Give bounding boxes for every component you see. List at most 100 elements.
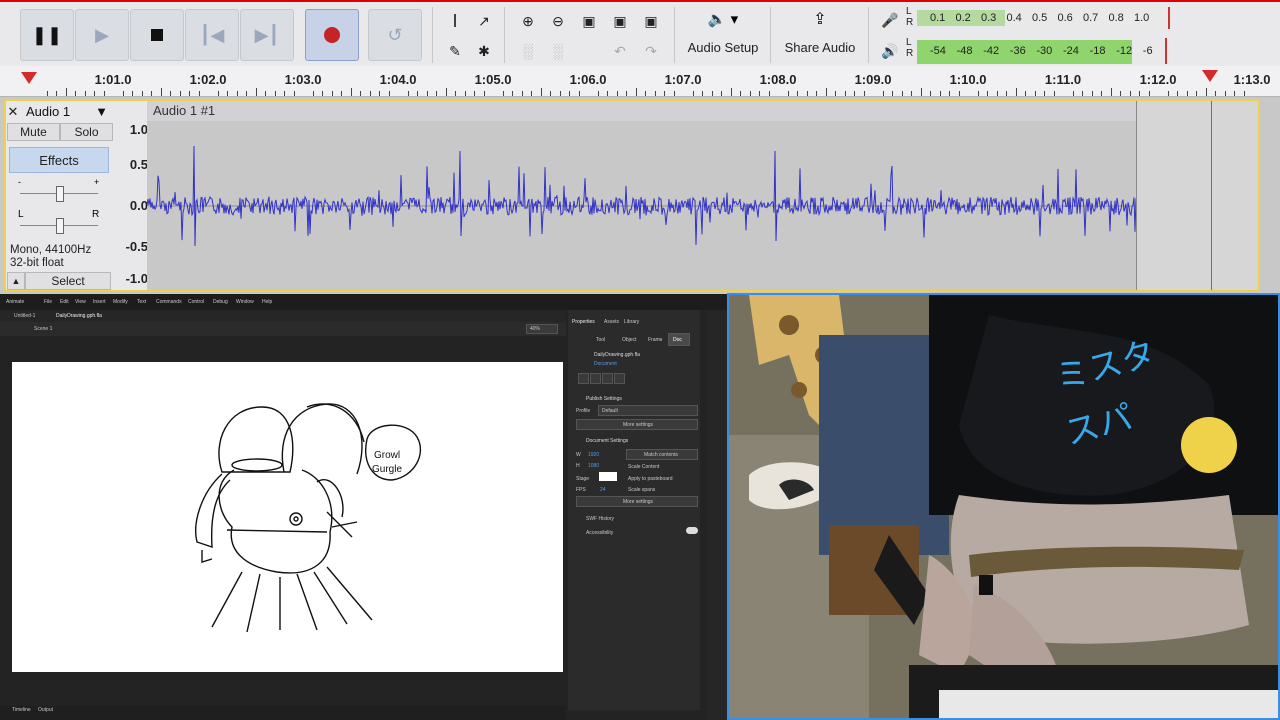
- panel-tab-properties[interactable]: Properties: [572, 319, 595, 325]
- width-value[interactable]: 1920: [588, 452, 599, 458]
- track-name-menu[interactable]: Audio 1 ▼: [26, 103, 112, 121]
- menu-item-10[interactable]: Window: [236, 299, 254, 305]
- play-start-marker-icon[interactable]: [21, 72, 37, 84]
- silence-icon[interactable]: ░: [546, 40, 570, 62]
- gain-slider-knob[interactable]: [56, 186, 64, 202]
- mute-button[interactable]: Mute: [7, 123, 60, 141]
- ruler-minor-tick: [749, 91, 751, 96]
- sketch-caption-line2: Gurgle: [372, 464, 402, 475]
- zoom-out-icon[interactable]: ⊖: [546, 10, 570, 32]
- tab-dailydrawing[interactable]: DailyDrawing.gph.fla: [56, 313, 102, 319]
- swf-history-header[interactable]: SWF History: [586, 516, 614, 522]
- close-track-icon[interactable]: ✕: [6, 103, 20, 121]
- record-button[interactable]: [305, 9, 359, 61]
- grid-icon[interactable]: [590, 373, 601, 384]
- ruler-minor-tick: [825, 88, 827, 96]
- undo-icon[interactable]: ↶: [608, 40, 632, 62]
- ruler-minor-tick: [939, 91, 941, 96]
- stage-color-swatch[interactable]: [599, 472, 617, 481]
- crop-icon[interactable]: [602, 373, 613, 384]
- subtab-frame[interactable]: Frame: [648, 337, 662, 343]
- play-scale-tick: -6: [1142, 45, 1153, 57]
- height-value[interactable]: 1080: [588, 463, 599, 469]
- menu-item-9[interactable]: Debug: [213, 299, 228, 305]
- panel-tab-assets[interactable]: Assets: [604, 319, 619, 325]
- pause-button[interactable]: ❚❚: [20, 9, 74, 61]
- ruler-minor-tick: [141, 91, 143, 96]
- ruler-minor-tick: [379, 91, 380, 96]
- fps-value[interactable]: 24: [600, 487, 606, 493]
- accessibility-toggle[interactable]: [686, 527, 698, 534]
- tab-timeline[interactable]: Timeline: [12, 707, 31, 713]
- stage-canvas[interactable]: Growl Gurgle: [12, 362, 563, 672]
- tab-untitled[interactable]: Untitled-1: [14, 313, 35, 319]
- skip-to-end-button[interactable]: ▶┃: [240, 9, 294, 61]
- menu-item-0[interactable]: Animate: [6, 299, 24, 305]
- redo-icon[interactable]: ↷: [639, 40, 663, 62]
- menu-item-11[interactable]: Help: [262, 299, 272, 305]
- menu-item-8[interactable]: Control: [188, 299, 204, 305]
- doc-type: Document: [594, 361, 617, 367]
- draw-tool-icon[interactable]: ✎: [443, 40, 467, 62]
- menu-item-3[interactable]: View: [75, 299, 86, 305]
- ruler-tick-label: 1:07.0: [664, 72, 702, 87]
- subtab-object[interactable]: Object: [622, 337, 636, 343]
- fit-project-icon[interactable]: ▣: [608, 10, 632, 32]
- audacity-toolbar: ❚❚ ▶ ┃◀ ▶┃ ↺ I ↗ ✎ ✱ ⊕ ⊖ ▣ ▣ ▣ ░ ░ ↶ ↷ 🔈…: [0, 0, 1280, 66]
- playhead-marker-icon[interactable]: [1202, 70, 1218, 82]
- envelope-tool-icon[interactable]: ↗: [472, 10, 496, 32]
- panel-tab-library[interactable]: Library: [624, 319, 639, 325]
- play-meter-channel-r: R: [906, 48, 914, 59]
- document-settings-header[interactable]: Document Settings: [586, 438, 628, 444]
- subtab-tool[interactable]: Tool: [596, 337, 605, 343]
- record-scale-tick: 0.1: [930, 12, 946, 24]
- select-track-button[interactable]: Select: [25, 272, 111, 290]
- publish-settings-header[interactable]: Publish Settings: [586, 396, 622, 402]
- skip-to-start-button[interactable]: ┃◀: [185, 9, 239, 61]
- menu-item-2[interactable]: Edit: [60, 299, 69, 305]
- menu-item-6[interactable]: Text: [137, 299, 146, 305]
- play-meter-peak: [1165, 38, 1167, 64]
- ruler-minor-tick: [502, 91, 504, 96]
- selection-tool-icon[interactable]: I: [443, 10, 467, 32]
- play-scale-tick: -12: [1116, 45, 1133, 57]
- scale-spans-label[interactable]: Scale spans: [628, 487, 655, 493]
- menu-item-5[interactable]: Modify: [113, 299, 128, 305]
- accessibility-header[interactable]: Accessibility: [586, 530, 613, 536]
- speaker-icon: 🔈 ▾: [707, 11, 739, 28]
- menu-item-7[interactable]: Commands: [156, 299, 182, 305]
- zoom-toggle-icon[interactable]: ▣: [639, 10, 663, 32]
- play-meter-scale: -54 -48 -42 -36 -30 -24 -18 -12 -6: [930, 45, 1165, 59]
- audio-clip[interactable]: Audio 1 #1: [147, 101, 1137, 290]
- scene-label[interactable]: Scene 1: [34, 326, 52, 332]
- audio-setup-button[interactable]: 🔈 ▾ Audio Setup: [684, 8, 762, 60]
- ruler-minor-tick: [721, 91, 722, 96]
- trim-icon[interactable]: ░: [516, 40, 540, 62]
- timeline-ruler[interactable]: 1:01.0 1:02.0 1:03.0 1:04.0 1:05.0 1:06.0 1:07…: [0, 66, 1280, 97]
- solo-button[interactable]: Solo: [60, 123, 113, 141]
- width-label: W: [576, 452, 581, 458]
- play-button[interactable]: ▶: [75, 9, 129, 61]
- multi-tool-icon[interactable]: ✱: [472, 40, 496, 62]
- menu-item-4[interactable]: Insert: [93, 299, 106, 305]
- playback-speaker-icon[interactable]: 🔊: [878, 40, 902, 62]
- scale-content-label[interactable]: Scale Content: [628, 464, 659, 470]
- pan-slider-knob[interactable]: [56, 218, 64, 234]
- effects-button[interactable]: Effects: [9, 147, 109, 173]
- camera-icon[interactable]: [614, 373, 625, 384]
- loop-button[interactable]: ↺: [368, 9, 422, 61]
- menu-item-1[interactable]: File: [44, 299, 52, 305]
- record-meter-peak: [1168, 7, 1170, 29]
- zoom-in-icon[interactable]: ⊕: [516, 10, 540, 32]
- collapse-track-icon[interactable]: ▲: [7, 272, 25, 290]
- home-icon[interactable]: [578, 373, 589, 384]
- fit-selection-icon[interactable]: ▣: [577, 10, 601, 32]
- microphone-icon[interactable]: 🎤: [878, 9, 902, 31]
- clip-title[interactable]: Audio 1 #1: [147, 101, 1136, 121]
- stop-button[interactable]: [130, 9, 184, 61]
- apply-pasteboard-label[interactable]: Apply to pasteboard: [628, 476, 672, 482]
- share-audio-button[interactable]: ⇪ Share Audio: [780, 8, 860, 60]
- tab-output[interactable]: Output: [38, 707, 53, 713]
- skip-to-end-icon: ▶┃: [254, 24, 280, 45]
- ruler-minor-tick: [350, 88, 352, 96]
